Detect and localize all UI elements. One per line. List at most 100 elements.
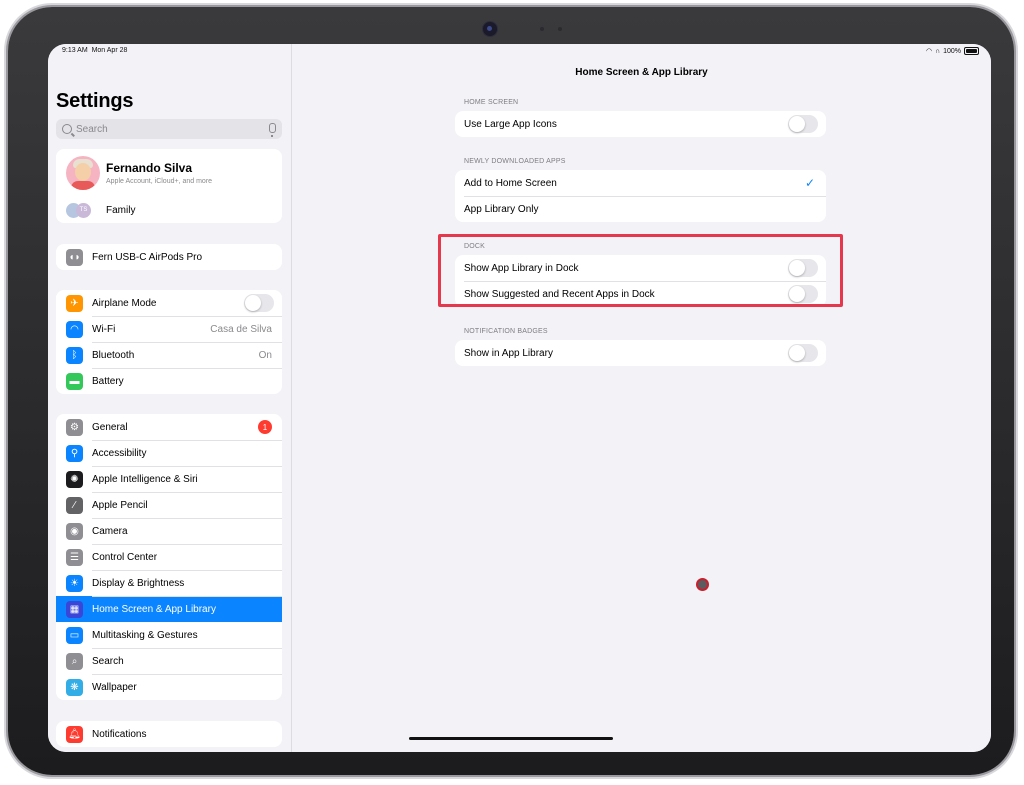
sidebar-item-label: Wi-Fi bbox=[92, 323, 116, 335]
sidebar-item-accessibility[interactable]: ⚲ Accessibility bbox=[56, 440, 282, 466]
sidebar-item-control-center[interactable]: ☰ Control Center bbox=[56, 544, 282, 570]
profile-row[interactable]: Fernando Silva Apple Account, iCloud+, a… bbox=[56, 149, 282, 197]
page-title: Home Screen & App Library bbox=[575, 67, 708, 78]
bluetooth-value: On bbox=[258, 349, 272, 361]
row-label: Add to Home Screen bbox=[464, 177, 557, 189]
sidebar-item-label: General bbox=[92, 421, 128, 433]
checkmark-icon: ✓ bbox=[804, 176, 815, 190]
status-bar-left: 9:13 AM Mon Apr 28 bbox=[62, 47, 127, 54]
sidebar-item-family[interactable]: TS Family bbox=[56, 197, 282, 223]
new-apps-group: Add to Home Screen ✓ App Library Only bbox=[455, 170, 826, 222]
row-label: App Library Only bbox=[464, 203, 539, 215]
add-to-home-screen-row[interactable]: Add to Home Screen ✓ bbox=[455, 170, 826, 196]
connectivity-group: ✈ Airplane Mode ◠ Wi-Fi Casa de Silva ᛒ … bbox=[56, 290, 282, 394]
sidebar-item-label: Apple Intelligence & Siri bbox=[92, 473, 198, 485]
badges-group: Show in App Library bbox=[455, 340, 826, 366]
sidebar-item-apple-intelligence[interactable]: ✺ Apple Intelligence & Siri bbox=[56, 466, 282, 492]
wifi-icon: ◠ bbox=[66, 320, 83, 338]
bluetooth-icon: ᛒ bbox=[66, 346, 83, 364]
sidebar-item-general[interactable]: ⚙ General 1 bbox=[56, 414, 282, 440]
sensor bbox=[540, 27, 544, 31]
airpods-group: ◖◗ Fern USB-C AirPods Pro bbox=[56, 244, 282, 270]
search-icon bbox=[62, 124, 72, 134]
sidebar-item-battery[interactable]: ▬ Battery bbox=[56, 368, 282, 394]
detail-pane: ◠ ∩ 100% Home Screen & App Library bbox=[292, 44, 991, 752]
sidebar-item-label: Camera bbox=[92, 525, 128, 537]
sidebar-item-label: Search bbox=[92, 655, 124, 667]
brightness-icon: ☀ bbox=[66, 574, 83, 592]
wifi-status-icon: ◠ bbox=[925, 48, 933, 55]
wallpaper-icon: ❋ bbox=[66, 678, 83, 696]
notification-badge: 1 bbox=[258, 420, 272, 434]
multitasking-icon: ▭ bbox=[66, 626, 83, 644]
sidebar-item-display-brightness[interactable]: ☀ Display & Brightness bbox=[56, 570, 282, 596]
accessibility-icon: ⚲ bbox=[66, 444, 83, 462]
notifications-group: 🔔︎ Notifications bbox=[56, 721, 282, 747]
home-indicator[interactable] bbox=[409, 737, 613, 740]
pencil-icon: ∕ bbox=[66, 496, 83, 514]
battery-percent: 100% bbox=[943, 47, 961, 55]
sidebar-item-bluetooth[interactable]: ᛒ Bluetooth On bbox=[56, 342, 282, 368]
siri-icon: ✺ bbox=[66, 470, 83, 488]
battery-icon: ▬ bbox=[66, 372, 83, 390]
sidebar-item-label: Family bbox=[106, 204, 136, 216]
battery-status-icon bbox=[964, 47, 979, 55]
account-group: Fernando Silva Apple Account, iCloud+, a… bbox=[56, 149, 282, 223]
row-label: Show in App Library bbox=[464, 347, 553, 359]
sidebar-item-apple-pencil[interactable]: ∕ Apple Pencil bbox=[56, 492, 282, 518]
home-screen-group: Use Large App Icons bbox=[455, 111, 826, 137]
search-placeholder: Search bbox=[76, 123, 108, 135]
microphone-icon[interactable] bbox=[269, 123, 276, 137]
dock-highlight-box bbox=[438, 234, 843, 307]
headphones-status-icon: ∩ bbox=[935, 47, 941, 55]
sidebar-item-label: Battery bbox=[92, 375, 124, 387]
badges-app-library-toggle[interactable] bbox=[788, 344, 818, 362]
sidebar-item-label: Multitasking & Gestures bbox=[92, 629, 198, 641]
sidebar-item-label: Apple Pencil bbox=[92, 499, 148, 511]
search-field[interactable]: Search bbox=[56, 119, 282, 139]
settings-sidebar: 9:13 AM Mon Apr 28 Settings Search Ferna… bbox=[48, 44, 292, 752]
sidebar-item-airpods[interactable]: ◖◗ Fern USB-C AirPods Pro bbox=[56, 244, 282, 270]
family-avatar-initials: TS bbox=[76, 202, 91, 218]
touch-indicator bbox=[696, 578, 709, 591]
show-in-app-library-row[interactable]: Show in App Library bbox=[455, 340, 826, 366]
sidebar-item-multitasking[interactable]: ▭ Multitasking & Gestures bbox=[56, 622, 282, 648]
ipad-frame: 9:13 AM Mon Apr 28 Settings Search Ferna… bbox=[8, 7, 1014, 775]
sidebar-item-label: Airplane Mode bbox=[92, 297, 157, 309]
sidebar-item-camera[interactable]: ◉ Camera bbox=[56, 518, 282, 544]
profile-subtitle: Apple Account, iCloud+, and more bbox=[106, 178, 213, 185]
app-library-only-row[interactable]: App Library Only bbox=[455, 196, 826, 222]
sidebar-item-label: Wallpaper bbox=[92, 681, 137, 693]
use-large-app-icons-row[interactable]: Use Large App Icons bbox=[455, 111, 826, 137]
sidebar-item-label: Fern USB-C AirPods Pro bbox=[92, 251, 203, 263]
sidebar-item-wifi[interactable]: ◠ Wi-Fi Casa de Silva bbox=[56, 316, 282, 342]
sidebar-item-label: Display & Brightness bbox=[92, 577, 185, 589]
sidebar-item-wallpaper[interactable]: ❋ Wallpaper bbox=[56, 674, 282, 700]
avatar bbox=[66, 156, 100, 190]
home-screen-icon: ▦ bbox=[66, 600, 83, 618]
airplane-mode-toggle[interactable] bbox=[244, 294, 274, 312]
sidebar-item-label: Home Screen & App Library bbox=[92, 603, 216, 615]
airplane-icon: ✈ bbox=[66, 294, 83, 312]
profile-name: Fernando Silva bbox=[106, 161, 193, 175]
sidebar-item-airplane-mode[interactable]: ✈ Airplane Mode bbox=[56, 290, 282, 316]
sidebar-item-notifications[interactable]: 🔔︎ Notifications bbox=[56, 721, 282, 747]
section-header-new-apps: NEWLY DOWNLOADED APPS bbox=[464, 158, 566, 165]
sidebar-item-search[interactable]: ⌕ Search bbox=[56, 648, 282, 674]
airpods-icon: ◖◗ bbox=[66, 248, 83, 266]
sensor bbox=[558, 27, 562, 31]
status-bar-right: ◠ ∩ 100% bbox=[926, 47, 979, 55]
sidebar-item-home-screen[interactable]: ▦ Home Screen & App Library bbox=[56, 596, 282, 622]
sidebar-item-label: Notifications bbox=[92, 728, 147, 740]
section-header-badges: NOTIFICATION BADGES bbox=[464, 328, 548, 335]
status-time: 9:13 AM bbox=[62, 47, 88, 54]
row-label: Use Large App Icons bbox=[464, 118, 557, 130]
status-date: Mon Apr 28 bbox=[91, 47, 128, 54]
large-app-icons-toggle[interactable] bbox=[788, 115, 818, 133]
sidebar-item-label: Accessibility bbox=[92, 447, 147, 459]
sidebar-title: Settings bbox=[56, 90, 134, 112]
control-center-icon: ☰ bbox=[66, 548, 83, 566]
wifi-network-value: Casa de Silva bbox=[210, 323, 272, 335]
sidebar-item-label: Control Center bbox=[92, 551, 158, 563]
gear-icon: ⚙ bbox=[66, 418, 83, 436]
